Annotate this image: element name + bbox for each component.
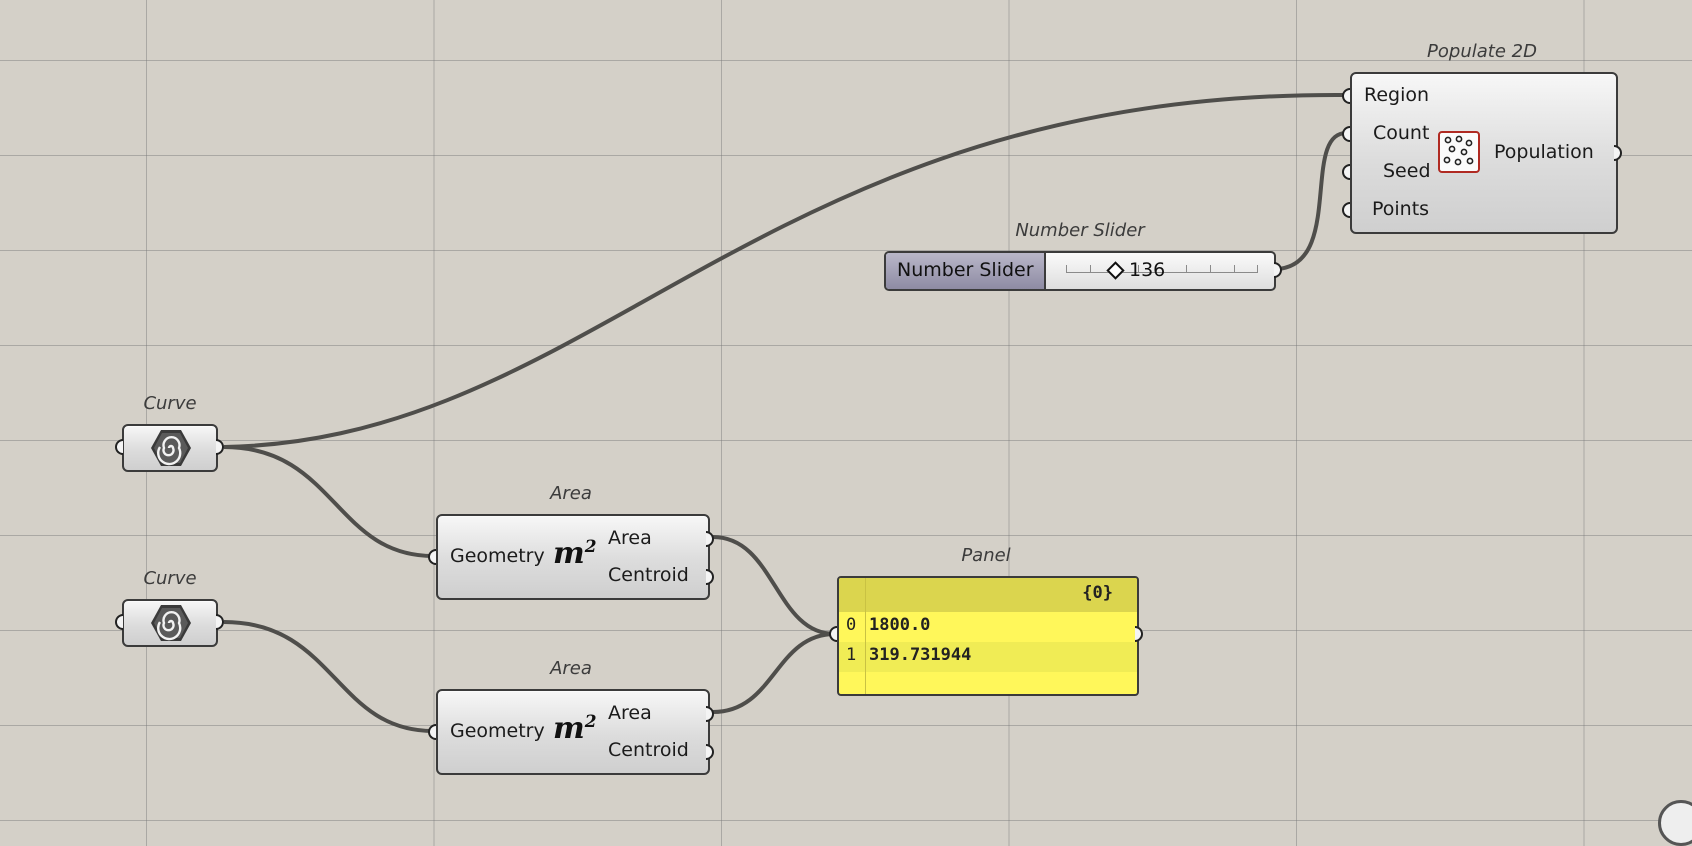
wire-curve1-to-area1[interactable]: [223, 445, 434, 558]
panel-input-grip[interactable]: [829, 626, 837, 642]
curve1-input-grip[interactable]: [115, 439, 123, 455]
populate-input-count: Count: [1373, 122, 1430, 144]
panel-nickname: Panel: [961, 545, 1011, 566]
curve1-output-grip[interactable]: [216, 439, 224, 455]
area1-output-centroid: Centroid: [608, 564, 689, 586]
panel-header: {0}: [839, 578, 1137, 612]
slider-value: 136: [1129, 259, 1166, 281]
panel-row-value: 1800.0: [869, 615, 931, 635]
populate-count-grip[interactable]: [1342, 126, 1350, 142]
area2-output-area: Area: [608, 702, 652, 724]
populate-input-points: Points: [1372, 198, 1430, 220]
populate-points-grip[interactable]: [1342, 202, 1350, 218]
panel-row-index: 0: [846, 615, 857, 635]
panel-index-separator: [865, 578, 866, 694]
populate-2d-component[interactable]: Region Count Seed Points Population: [1350, 72, 1618, 234]
slider-name-tag[interactable]: Number Slider: [886, 253, 1046, 289]
area1-output-area: Area: [608, 527, 652, 549]
area1-geometry-input-grip[interactable]: [428, 549, 436, 565]
populate-input-seed: Seed: [1383, 160, 1431, 182]
populate-nickname: Populate 2D: [1427, 41, 1537, 62]
data-panel[interactable]: {0} 0 1800.0 1 319.731944: [837, 576, 1139, 696]
curve1-param[interactable]: [122, 424, 218, 472]
number-slider[interactable]: Number Slider 136: [884, 251, 1276, 291]
slider-output-grip[interactable]: [1274, 262, 1282, 278]
panel-branch-path: {0}: [1082, 583, 1113, 603]
area1-centroid-output-grip[interactable]: [706, 569, 714, 585]
populate-seed-grip[interactable]: [1342, 164, 1350, 180]
area2-output-centroid: Centroid: [608, 739, 689, 761]
area1-area-output-grip[interactable]: [706, 531, 714, 547]
panel-row-index: 1: [846, 645, 857, 665]
curve2-input-grip[interactable]: [115, 614, 123, 630]
populate-2d-icon: [1438, 131, 1480, 173]
panel-row: 0 1800.0: [839, 612, 1137, 642]
area2-nickname: Area: [550, 658, 592, 679]
curve2-nickname: Curve: [143, 568, 197, 589]
populate-output-population: Population: [1494, 141, 1594, 163]
grasshopper-canvas[interactable]: Curve Curve Area Geometry m2 Area Centro…: [0, 0, 1692, 846]
wire-slider-to-count[interactable]: [1276, 130, 1349, 271]
panel-output-grip[interactable]: [1135, 626, 1143, 642]
wire-area2-to-panel[interactable]: [712, 632, 836, 714]
curve-param-icon: [151, 605, 191, 641]
curve2-param[interactable]: [122, 599, 218, 647]
wire-curve2-to-area2[interactable]: [223, 620, 434, 733]
populate-population-output-grip[interactable]: [1614, 145, 1622, 161]
populate-input-region: Region: [1364, 84, 1430, 106]
slider-nickname: Number Slider: [1015, 220, 1145, 241]
area2-centroid-output-grip[interactable]: [706, 744, 714, 760]
canvas-widget-icon[interactable]: [1658, 800, 1692, 846]
area2-area-output-grip[interactable]: [706, 706, 714, 722]
area1-input-geometry: Geometry: [450, 545, 545, 567]
populate-region-grip[interactable]: [1342, 88, 1350, 104]
panel-row: 1 319.731944: [839, 642, 1137, 672]
area1-nickname: Area: [550, 483, 592, 504]
wire-area1-to-panel[interactable]: [712, 535, 836, 636]
area-icon: m2: [553, 536, 597, 571]
area2-component[interactable]: Geometry m2 Area Centroid: [436, 689, 710, 775]
curve-param-icon: [151, 430, 191, 466]
slider-name-label: Number Slider: [897, 259, 1034, 281]
curve1-nickname: Curve: [143, 393, 197, 414]
area2-input-geometry: Geometry: [450, 720, 545, 742]
area-icon: m2: [553, 711, 597, 746]
area1-component[interactable]: Geometry m2 Area Centroid: [436, 514, 710, 600]
area2-geometry-input-grip[interactable]: [428, 724, 436, 740]
curve2-output-grip[interactable]: [216, 614, 224, 630]
panel-row-value: 319.731944: [869, 645, 972, 665]
